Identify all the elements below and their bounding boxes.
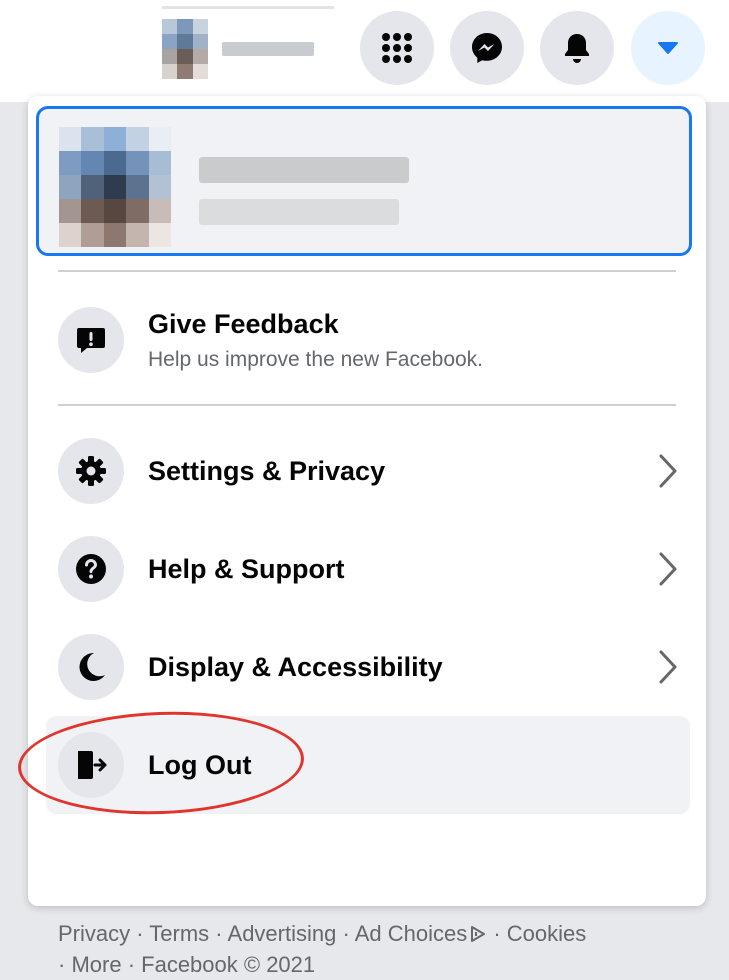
display-accessibility-item[interactable]: Display & Accessibility	[58, 622, 688, 712]
footer-link-ad-choices[interactable]: Ad Choices	[355, 921, 468, 946]
settings-icon-circle	[58, 438, 124, 504]
ad-choices-icon	[471, 926, 486, 942]
grid-dots-icon	[382, 33, 412, 63]
bell-icon	[565, 34, 589, 63]
gear-icon	[76, 456, 106, 486]
give-feedback-subtitle: Help us improve the new Facebook.	[148, 347, 484, 371]
profile-shortcut[interactable]	[162, 18, 334, 80]
menu-grid-button[interactable]	[360, 11, 434, 85]
footer-link-more[interactable]: More	[71, 952, 121, 977]
menu-divider	[58, 404, 676, 406]
caret-down-icon	[658, 42, 678, 54]
help-support-item[interactable]: Help & Support	[58, 524, 688, 614]
feedback-icon-circle	[58, 307, 124, 373]
moon-icon	[79, 652, 105, 681]
messenger-icon	[472, 33, 502, 63]
question-icon	[76, 554, 106, 584]
blurred-profile-name	[222, 42, 314, 56]
display-accessibility-label: Display & Accessibility	[148, 651, 443, 682]
menu-footer: Privacy · Terms · Advertising · Ad Choic…	[58, 921, 587, 977]
blurred-profile-subtitle	[199, 199, 399, 225]
feedback-exclamation-icon	[77, 328, 105, 353]
settings-privacy-label: Settings & Privacy	[148, 455, 386, 486]
footer-copyright: Facebook © 2021	[141, 952, 316, 977]
footer-link-privacy[interactable]: Privacy	[58, 921, 130, 946]
chevron-right-icon	[659, 552, 677, 586]
chevron-right-icon	[659, 650, 677, 684]
notifications-button[interactable]	[540, 11, 614, 85]
blurred-profile-name	[199, 157, 409, 183]
chevron-right-icon	[659, 454, 677, 488]
display-icon-circle	[58, 634, 124, 700]
topbar-divider	[162, 6, 334, 9]
top-navigation-bar	[0, 0, 729, 102]
menu-divider	[58, 270, 676, 272]
avatar	[162, 19, 208, 79]
footer-link-cookies[interactable]: Cookies	[507, 921, 586, 946]
profile-card[interactable]	[36, 106, 692, 256]
settings-privacy-item[interactable]: Settings & Privacy	[58, 426, 688, 516]
help-support-label: Help & Support	[148, 553, 345, 584]
avatar	[59, 127, 171, 247]
give-feedback-label: Give Feedback	[148, 308, 339, 339]
help-icon-circle	[58, 536, 124, 602]
footer-link-terms[interactable]: Terms	[149, 921, 209, 946]
footer-link-advertising[interactable]: Advertising	[228, 921, 337, 946]
messenger-button[interactable]	[450, 11, 524, 85]
give-feedback-item[interactable]: Give Feedback Help us improve the new Fa…	[58, 292, 688, 388]
account-menu-button[interactable]	[631, 11, 705, 85]
